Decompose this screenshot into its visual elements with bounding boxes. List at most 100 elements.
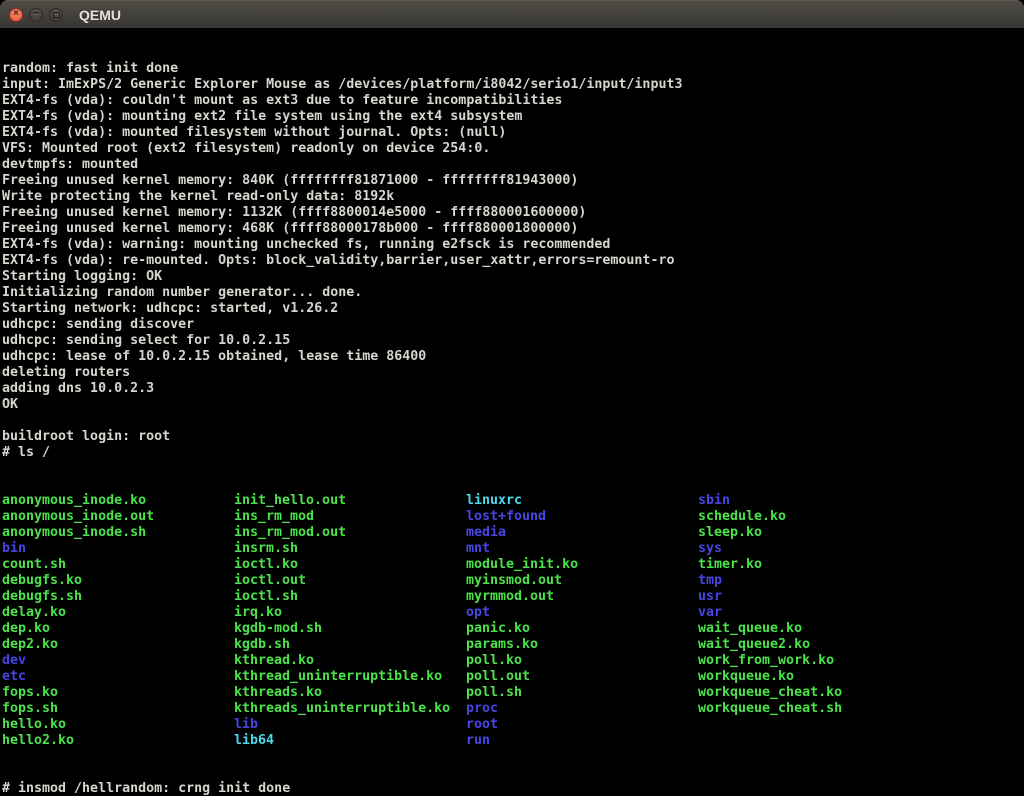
file-entry: dep2.ko (2, 637, 234, 653)
file-entry: anonymous_inode.out (2, 509, 234, 525)
file-entry: myrmmod.out (466, 589, 698, 605)
file-entry: kthread.ko (234, 653, 466, 669)
terminal-line (2, 413, 1024, 429)
file-entry: tmp (698, 573, 722, 589)
file-entry: ioctl.ko (234, 557, 466, 573)
file-entry: ioctl.sh (234, 589, 466, 605)
terminal-line: deleting routers (2, 365, 1024, 381)
terminal-line: EXT4-fs (vda): mounting ext2 file system… (2, 109, 1024, 125)
file-entry: poll.out (466, 669, 698, 685)
ls-row: debugfs.shioctl.shmyrmmod.outusr (2, 589, 1024, 605)
file-entry: root (466, 717, 698, 733)
file-entry: sbin (698, 493, 730, 509)
terminal-line: buildroot login: root (2, 429, 1024, 445)
title-bar[interactable]: × − QEMU (0, 0, 1024, 28)
ls-row: dep2.kokgdb.shparams.kowait_queue2.ko (2, 637, 1024, 653)
file-entry: kthread_uninterruptible.ko (234, 669, 466, 685)
terminal-line: udhcpc: lease of 10.0.2.15 obtained, lea… (2, 349, 1024, 365)
maximize-button[interactable] (49, 8, 63, 22)
file-entry: workqueue.ko (698, 669, 794, 685)
terminal-line: devtmpfs: mounted (2, 157, 1024, 173)
terminal-line: Freeing unused kernel memory: 1132K (fff… (2, 205, 1024, 221)
file-entry: workqueue_cheat.ko (698, 685, 842, 701)
file-entry: sleep.ko (698, 525, 762, 541)
terminal-line: OK (2, 397, 1024, 413)
file-entry: schedule.ko (698, 509, 786, 525)
terminal-screen[interactable]: random: fast init doneinput: ImExPS/2 Ge… (0, 28, 1024, 796)
terminal-line: input: ImExPS/2 Generic Explorer Mouse a… (2, 77, 1024, 93)
file-entry: mnt (466, 541, 698, 557)
file-entry: ins_rm_mod.out (234, 525, 466, 541)
file-entry: etc (2, 669, 234, 685)
terminal-line: EXT4-fs (vda): mounted filesystem withou… (2, 125, 1024, 141)
terminal-line: udhcpc: sending discover (2, 317, 1024, 333)
terminal-line: random: fast init done (2, 61, 1024, 77)
ls-output: anonymous_inode.koinit_hello.outlinuxrcs… (2, 493, 1024, 749)
file-entry: work_from_work.ko (698, 653, 834, 669)
file-entry: wait_queue2.ko (698, 637, 810, 653)
terminal-line: EXT4-fs (vda): re-mounted. Opts: block_v… (2, 253, 1024, 269)
ls-row: devkthread.kopoll.kowork_from_work.ko (2, 653, 1024, 669)
ls-row: anonymous_inode.shins_rm_mod.outmediasle… (2, 525, 1024, 541)
file-entry: lost+found (466, 509, 698, 525)
file-entry: insrm.sh (234, 541, 466, 557)
ls-row: fops.shkthreads_uninterruptible.koprocwo… (2, 701, 1024, 717)
file-entry: kthreads_uninterruptible.ko (234, 701, 466, 717)
minimize-icon: − (33, 10, 39, 18)
file-entry: delay.ko (2, 605, 234, 621)
file-entry: hello2.ko (2, 733, 234, 749)
qemu-window: × − QEMU random: fast init doneinput: Im… (0, 0, 1024, 796)
file-entry: anonymous_inode.sh (2, 525, 234, 541)
file-entry: media (466, 525, 698, 541)
window-controls: × − (0, 8, 63, 22)
boot-log: random: fast init doneinput: ImExPS/2 Ge… (2, 61, 1024, 461)
terminal-line: VFS: Mounted root (ext2 filesystem) read… (2, 141, 1024, 157)
file-entry: hello.ko (2, 717, 234, 733)
ls-row: anonymous_inode.koinit_hello.outlinuxrcs… (2, 493, 1024, 509)
terminal-line: EXT4-fs (vda): couldn't mount as ext3 du… (2, 93, 1024, 109)
file-entry: dep.ko (2, 621, 234, 637)
file-entry: dev (2, 653, 234, 669)
terminal-line: Starting logging: OK (2, 269, 1024, 285)
file-entry: panic.ko (466, 621, 698, 637)
file-entry: ins_rm_mod (234, 509, 466, 525)
close-button[interactable]: × (9, 8, 23, 22)
file-entry: kthreads.ko (234, 685, 466, 701)
file-entry: params.ko (466, 637, 698, 653)
ls-row: hello.kolibroot (2, 717, 1024, 733)
file-entry: debugfs.ko (2, 573, 234, 589)
file-entry: lib64 (234, 733, 466, 749)
minimize-button[interactable]: − (29, 8, 43, 22)
file-entry: wait_queue.ko (698, 621, 802, 637)
file-entry: lib (234, 717, 466, 733)
terminal-line: udhcpc: sending select for 10.0.2.15 (2, 333, 1024, 349)
file-entry: proc (466, 701, 698, 717)
file-entry: fops.ko (2, 685, 234, 701)
file-entry: timer.ko (698, 557, 762, 573)
file-entry: module_init.ko (466, 557, 698, 573)
terminal-line: Freeing unused kernel memory: 840K (ffff… (2, 173, 1024, 189)
terminal-line: Freeing unused kernel memory: 468K (ffff… (2, 221, 1024, 237)
terminal-line: Initializing random number generator... … (2, 285, 1024, 301)
terminal-line: # insmod /hellrandom: crng init done (2, 781, 1024, 796)
file-entry: fops.sh (2, 701, 234, 717)
terminal-line: # ls / (2, 445, 1024, 461)
file-entry: run (466, 733, 698, 749)
file-entry: count.sh (2, 557, 234, 573)
ls-row: debugfs.koioctl.outmyinsmod.outtmp (2, 573, 1024, 589)
ls-row: count.shioctl.komodule_init.kotimer.ko (2, 557, 1024, 573)
file-entry: sys (698, 541, 722, 557)
terminal-line: Starting network: udhcpc: started, v1.26… (2, 301, 1024, 317)
ls-row: dep.kokgdb-mod.shpanic.kowait_queue.ko (2, 621, 1024, 637)
maximize-icon (53, 12, 60, 18)
ls-row: fops.kokthreads.kopoll.shworkqueue_cheat… (2, 685, 1024, 701)
file-entry: poll.ko (466, 653, 698, 669)
close-icon: × (13, 9, 19, 19)
ls-row: bininsrm.shmntsys (2, 541, 1024, 557)
file-entry: myinsmod.out (466, 573, 698, 589)
terminal-line: EXT4-fs (vda): warning: mounting uncheck… (2, 237, 1024, 253)
ls-row: etckthread_uninterruptible.kopoll.outwor… (2, 669, 1024, 685)
file-entry: irq.ko (234, 605, 466, 621)
file-entry: linuxrc (466, 493, 698, 509)
terminal-line: Write protecting the kernel read-only da… (2, 189, 1024, 205)
